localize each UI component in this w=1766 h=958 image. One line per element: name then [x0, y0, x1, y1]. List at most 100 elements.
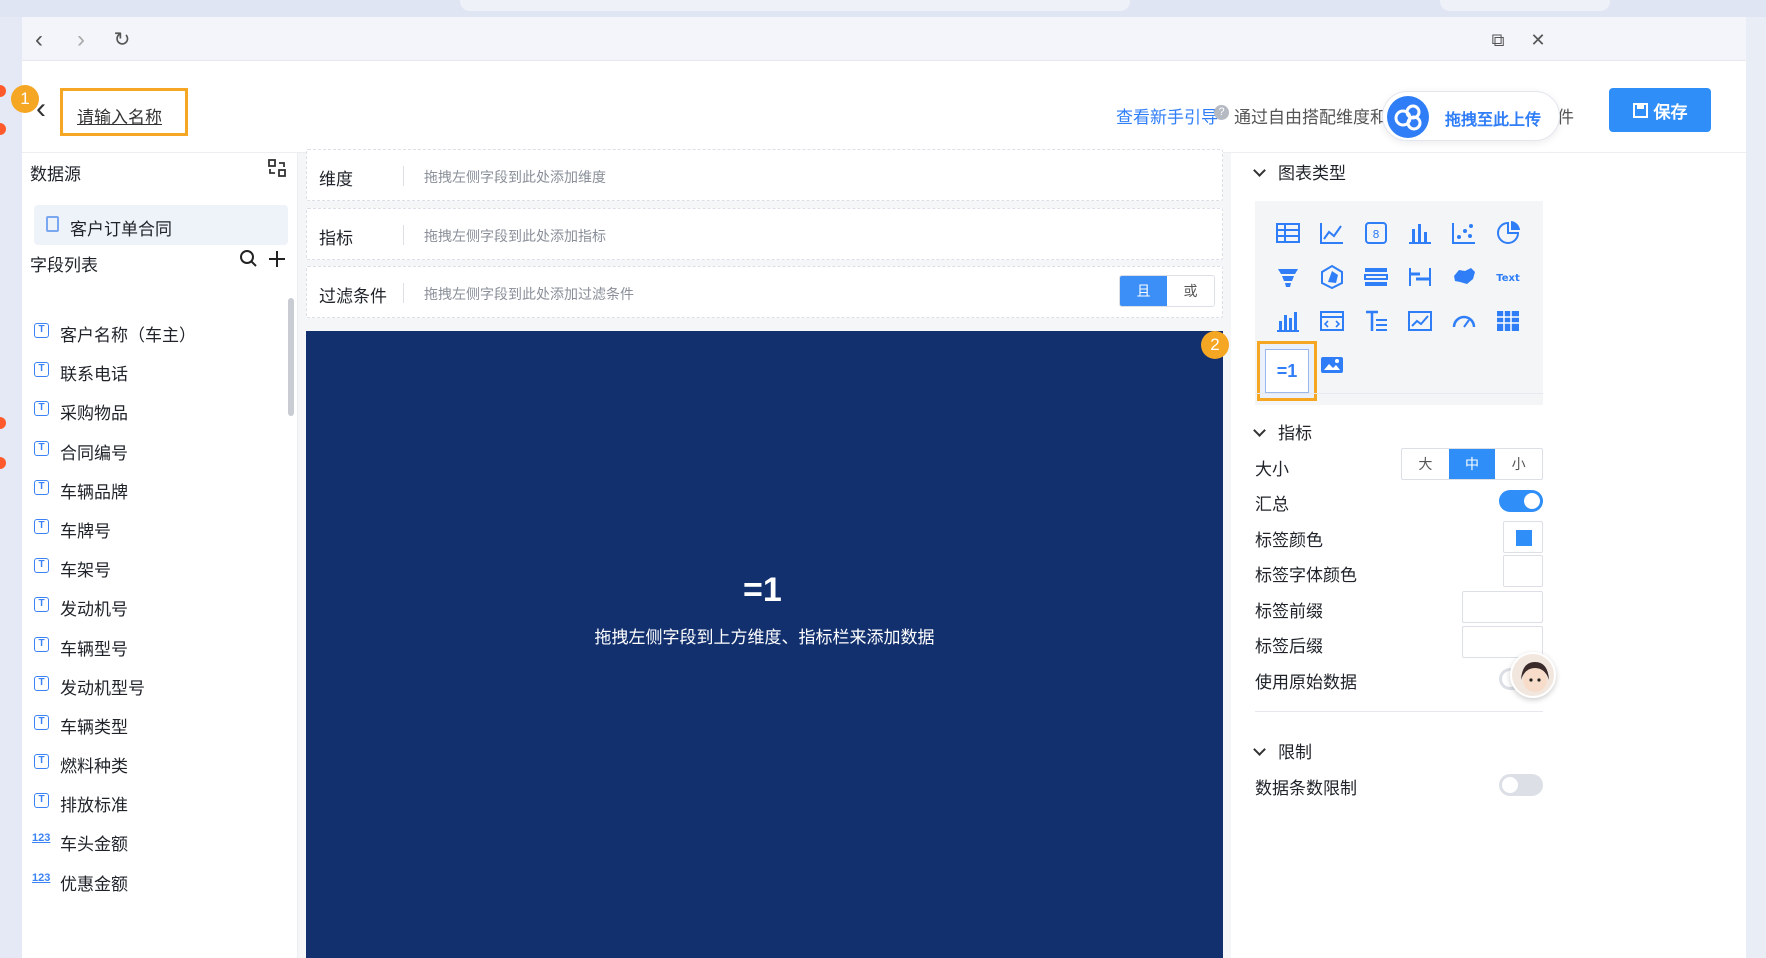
save-label: 保存 [1653, 102, 1688, 122]
field-item[interactable]: T 发动机号 [22, 587, 298, 626]
bar-chart-icon[interactable] [1402, 215, 1438, 251]
back-icon[interactable]: ‹ [28, 28, 50, 52]
indicator-card-icon: =1 [743, 571, 782, 609]
indicator-card-icon[interactable]: 8 [1358, 215, 1394, 251]
forward-icon[interactable]: › [70, 28, 92, 52]
field-item[interactable]: 123 车头金额 [22, 822, 298, 861]
field-item[interactable]: T 燃料种类 [22, 744, 298, 783]
size-medium-button[interactable]: 中 [1448, 449, 1496, 479]
field-item[interactable]: T 联系电话 [22, 352, 298, 391]
properties-panel: 2 图表类型 8 Text =1 指标 大小 大 中 小 汇总 标签颜色 标签字体颜… [1201, 153, 1746, 958]
number-field-icon: 123 [32, 832, 51, 845]
pivot-table-icon[interactable] [1490, 303, 1526, 339]
label-prefix-input[interactable] [1462, 591, 1543, 623]
help-icon[interactable]: ? [1214, 105, 1229, 120]
name-input[interactable]: 请输入名称 [60, 88, 188, 136]
limit-toggle[interactable] [1499, 774, 1543, 796]
notification-dot [0, 417, 6, 429]
limit-section[interactable]: 限制 [1253, 738, 1312, 763]
summary-toggle[interactable] [1499, 490, 1543, 512]
gantt-chart-icon[interactable] [1402, 259, 1438, 295]
field-label: 车辆品牌 [60, 482, 128, 502]
table-chart-icon[interactable] [1270, 215, 1306, 251]
indicator-chart-option-selected[interactable]: =1 [1257, 341, 1317, 401]
popout-icon[interactable]: ⧉ [1487, 29, 1509, 51]
field-item[interactable]: T 车架号 [22, 548, 298, 587]
metric-drop-zone[interactable]: 指标 拖拽左侧字段到此处添加指标 [306, 208, 1223, 260]
size-small-button[interactable]: 小 [1495, 449, 1542, 479]
chevron-down-icon [1253, 743, 1266, 756]
field-label: 发动机型号 [60, 678, 145, 698]
field-item[interactable]: T 合同编号 [22, 431, 298, 470]
step-badge-1: 1 [11, 85, 39, 113]
size-label: 大小 [1255, 460, 1289, 479]
chevron-down-icon [1253, 164, 1266, 177]
field-label: 采购物品 [60, 404, 128, 424]
field-item[interactable]: T 采购物品 [22, 391, 298, 430]
image-component-icon[interactable] [1314, 347, 1350, 383]
chevron-down-icon [1253, 424, 1266, 437]
label-font-color-picker[interactable] [1503, 555, 1543, 587]
chart-type-title: 图表类型 [1278, 164, 1346, 183]
field-item[interactable]: T 车辆类型 [22, 705, 298, 744]
gauge-chart-icon[interactable] [1446, 303, 1482, 339]
search-icon[interactable] [239, 249, 259, 274]
size-selector: 大 中 小 [1401, 448, 1543, 480]
pie-chart-icon[interactable] [1490, 215, 1526, 251]
assistant-avatar[interactable] [1510, 652, 1556, 698]
reload-icon[interactable]: ↻ [111, 29, 133, 51]
field-item[interactable]: T 车牌号 [22, 509, 298, 548]
datasource-title: 数据源 [30, 165, 81, 184]
field-label: 发动机号 [60, 600, 128, 620]
trend-chart-icon[interactable] [1402, 303, 1438, 339]
embed-code-icon[interactable] [1314, 303, 1350, 339]
dimension-drop-zone[interactable]: 维度 拖拽左侧字段到此处添加维度 [306, 149, 1223, 201]
text-field-icon: T [34, 675, 49, 691]
dimension-hint: 拖拽左侧字段到此处添加维度 [424, 169, 606, 185]
field-label: 燃料种类 [60, 757, 128, 777]
switch-datasource-icon[interactable] [267, 158, 287, 183]
metric-section[interactable]: 指标 [1253, 419, 1312, 444]
upload-drop-pill[interactable]: 拖拽至此上传 [1382, 91, 1560, 141]
map-chart-icon[interactable] [1446, 259, 1482, 295]
field-item[interactable]: T 发动机型号 [22, 666, 298, 705]
radar-chart-icon[interactable] [1314, 259, 1350, 295]
field-list-scrollbar[interactable] [288, 298, 294, 416]
label-color-picker[interactable] [1503, 521, 1543, 553]
add-field-icon[interactable] [267, 249, 287, 274]
filter-and-button[interactable]: 且 [1120, 276, 1167, 306]
line-chart-icon[interactable] [1314, 215, 1350, 251]
field-item[interactable]: T 客户名称（车主） [22, 313, 298, 352]
field-label: 车牌号 [60, 521, 111, 541]
field-label: 车辆型号 [60, 639, 128, 659]
scatter-chart-icon[interactable] [1446, 215, 1482, 251]
datasource-item-label: 客户订单合同 [70, 220, 172, 239]
word-cloud-icon[interactable]: Text [1490, 259, 1526, 295]
filter-or-button[interactable]: 或 [1167, 276, 1214, 306]
divider [1255, 711, 1543, 712]
field-item[interactable]: T 车辆品牌 [22, 470, 298, 509]
chart-type-section[interactable]: 图表类型 [1253, 159, 1346, 184]
guide-link[interactable]: 查看新手引导 [1116, 103, 1218, 128]
browser-tab-secondary[interactable] [1440, 0, 1610, 11]
cloud-logo-icon [1387, 96, 1429, 138]
field-item[interactable]: 123 优惠金额 [22, 862, 298, 901]
field-item[interactable]: T 车辆型号 [22, 627, 298, 666]
notification-dot [0, 457, 6, 469]
datasource-item[interactable]: 客户订单合同 [34, 205, 288, 245]
text-field-icon: T [34, 754, 49, 770]
number-field-icon: 123 [32, 871, 51, 884]
filter-drop-zone[interactable]: 过滤条件 拖拽左侧字段到此处添加过滤条件 且 或 [306, 266, 1223, 318]
size-large-button[interactable]: 大 [1402, 449, 1449, 479]
funnel-chart-icon[interactable] [1270, 259, 1306, 295]
column-chart-icon[interactable] [1270, 303, 1306, 339]
comparison-chart-icon[interactable] [1358, 259, 1394, 295]
browser-tab[interactable] [460, 0, 1130, 11]
field-item[interactable]: T 排放标准 [22, 783, 298, 822]
filter-logic-toggle: 且 或 [1119, 275, 1215, 307]
svg-text:8: 8 [1373, 228, 1380, 241]
text-component-icon[interactable] [1358, 303, 1394, 339]
field-label: 客户名称（车主） [60, 326, 196, 345]
save-button[interactable]: 保存 [1609, 88, 1711, 132]
close-icon[interactable]: ✕ [1527, 29, 1549, 51]
